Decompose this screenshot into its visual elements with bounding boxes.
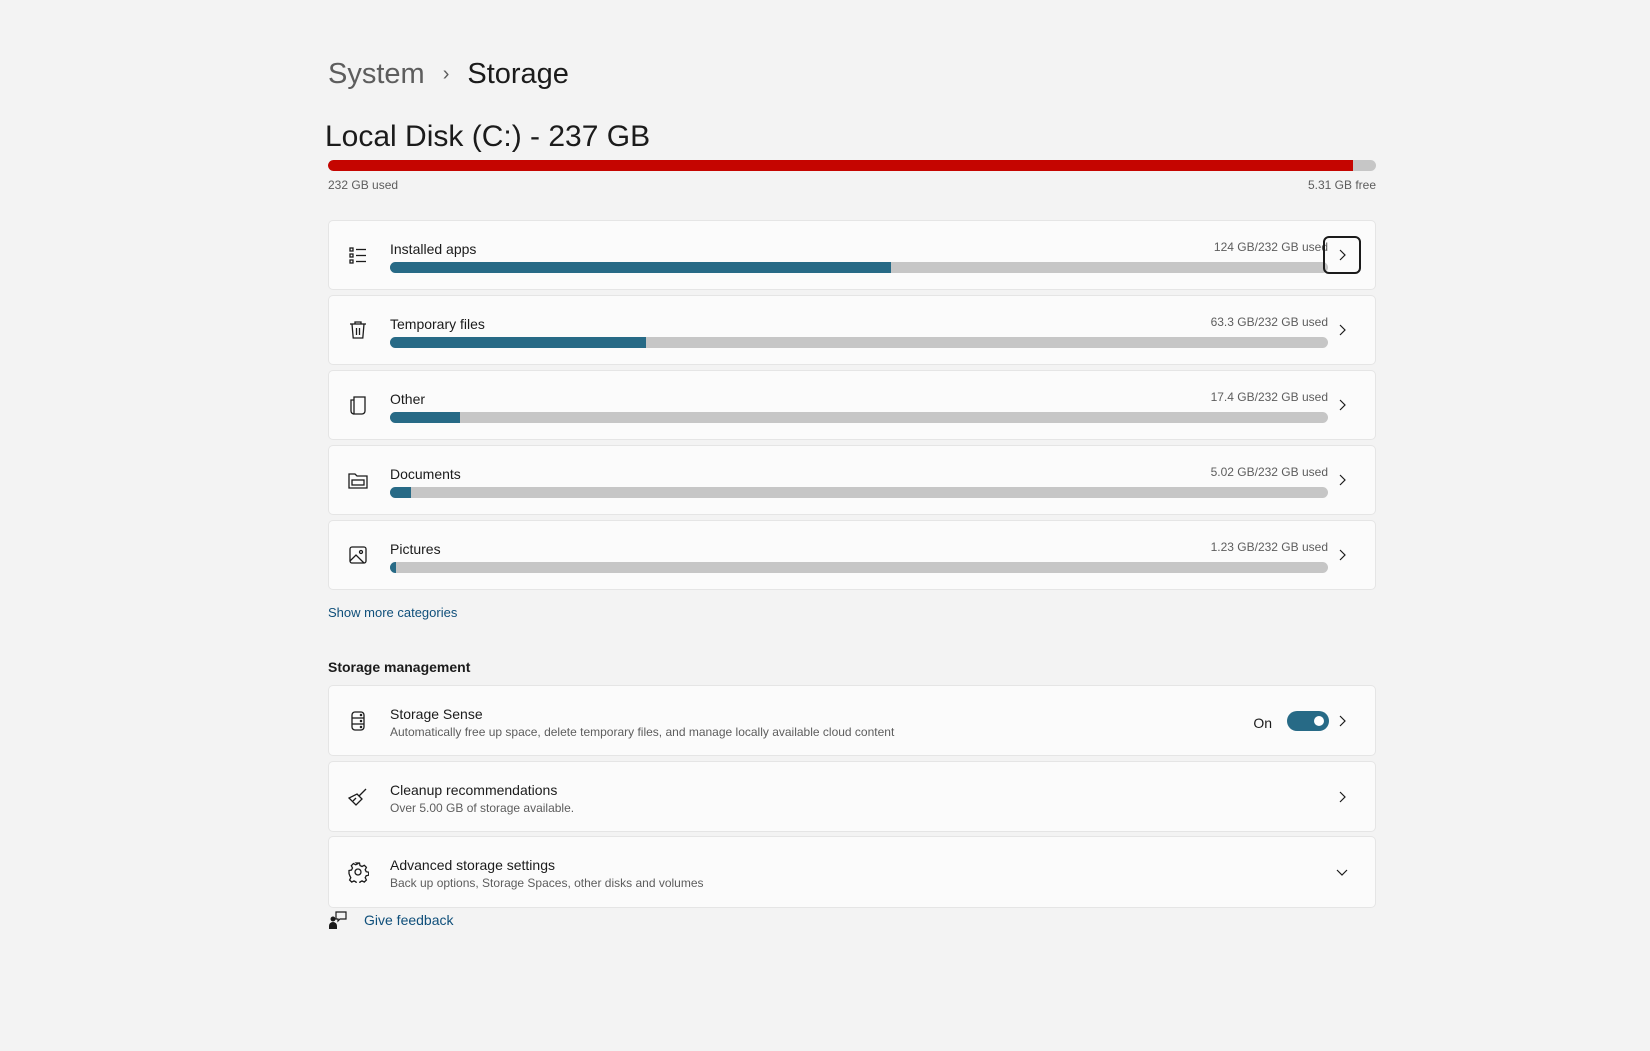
category-usage-bar	[390, 562, 1328, 573]
category-amount: 1.23 GB/232 GB used	[1211, 540, 1328, 554]
category-usage-fill	[390, 562, 396, 573]
category-name: Other	[390, 391, 425, 407]
category-name: Documents	[390, 466, 461, 482]
chevron-right-icon[interactable]	[1323, 536, 1361, 574]
category-name: Temporary files	[390, 316, 485, 332]
category-amount: 17.4 GB/232 GB used	[1211, 390, 1328, 404]
storage-sense-desc: Automatically free up space, delete temp…	[390, 725, 894, 739]
give-feedback-label: Give feedback	[364, 912, 454, 928]
category-usage-bar	[390, 412, 1328, 423]
document-copy-icon	[347, 394, 369, 416]
category-usage-fill	[390, 487, 411, 498]
breadcrumb-system[interactable]: System	[328, 58, 425, 91]
category-temporary-files[interactable]: Temporary files 63.3 GB/232 GB used	[328, 295, 1376, 365]
advanced-storage-settings-card[interactable]: Advanced storage settings Back up option…	[328, 836, 1376, 908]
show-more-categories-link[interactable]: Show more categories	[328, 605, 457, 620]
give-feedback-link[interactable]: Give feedback	[328, 910, 454, 930]
category-amount: 5.02 GB/232 GB used	[1211, 465, 1328, 479]
category-name: Pictures	[390, 541, 441, 557]
category-amount: 124 GB/232 GB used	[1214, 240, 1328, 254]
category-amount: 63.3 GB/232 GB used	[1211, 315, 1328, 329]
image-icon	[347, 544, 369, 566]
category-name: Installed apps	[390, 241, 476, 257]
disk-free-label: 5.31 GB free	[1308, 178, 1376, 192]
category-other[interactable]: Other 17.4 GB/232 GB used	[328, 370, 1376, 440]
broom-icon	[347, 786, 369, 808]
storage-sense-title: Storage Sense	[390, 706, 483, 722]
advanced-title: Advanced storage settings	[390, 857, 555, 873]
trash-icon	[347, 319, 369, 341]
disk-used-label: 232 GB used	[328, 178, 398, 192]
list-icon	[347, 244, 369, 266]
category-documents[interactable]: Documents 5.02 GB/232 GB used	[328, 445, 1376, 515]
disk-title: Local Disk (C:) - 237 GB	[325, 120, 650, 154]
category-usage-fill	[390, 262, 891, 273]
cleanup-recommendations-card[interactable]: Cleanup recommendations Over 5.00 GB of …	[328, 761, 1376, 832]
chevron-right-icon[interactable]	[1323, 386, 1361, 424]
advanced-desc: Back up options, Storage Spaces, other d…	[390, 876, 704, 890]
disk-usage-fill	[328, 160, 1353, 171]
feedback-icon	[328, 910, 348, 930]
category-usage-bar	[390, 262, 1328, 273]
chevron-right-icon[interactable]	[1323, 461, 1361, 499]
folder-icon	[347, 469, 369, 491]
category-usage-bar	[390, 337, 1328, 348]
category-installed-apps[interactable]: Installed apps 124 GB/232 GB used	[328, 220, 1376, 290]
storage-drive-icon	[347, 710, 369, 732]
category-usage-bar	[390, 487, 1328, 498]
page-title: Storage	[467, 58, 569, 91]
chevron-right-icon[interactable]	[1323, 702, 1361, 740]
category-usage-fill	[390, 337, 646, 348]
toggle-state-label: On	[1253, 715, 1272, 731]
cleanup-title: Cleanup recommendations	[390, 782, 557, 798]
gear-icon	[347, 861, 369, 883]
disk-usage-bar	[328, 160, 1376, 171]
chevron-down-icon[interactable]	[1323, 853, 1361, 891]
breadcrumb: System › Storage	[328, 58, 569, 91]
chevron-right-icon[interactable]	[1323, 311, 1361, 349]
storage-management-heading: Storage management	[328, 659, 470, 675]
breadcrumb-separator: ›	[443, 63, 450, 86]
chevron-right-icon[interactable]	[1323, 236, 1361, 274]
category-pictures[interactable]: Pictures 1.23 GB/232 GB used	[328, 520, 1376, 590]
storage-sense-card[interactable]: Storage Sense Automatically free up spac…	[328, 685, 1376, 756]
category-usage-fill	[390, 412, 460, 423]
cleanup-desc: Over 5.00 GB of storage available.	[390, 801, 574, 815]
chevron-right-icon[interactable]	[1323, 778, 1361, 816]
